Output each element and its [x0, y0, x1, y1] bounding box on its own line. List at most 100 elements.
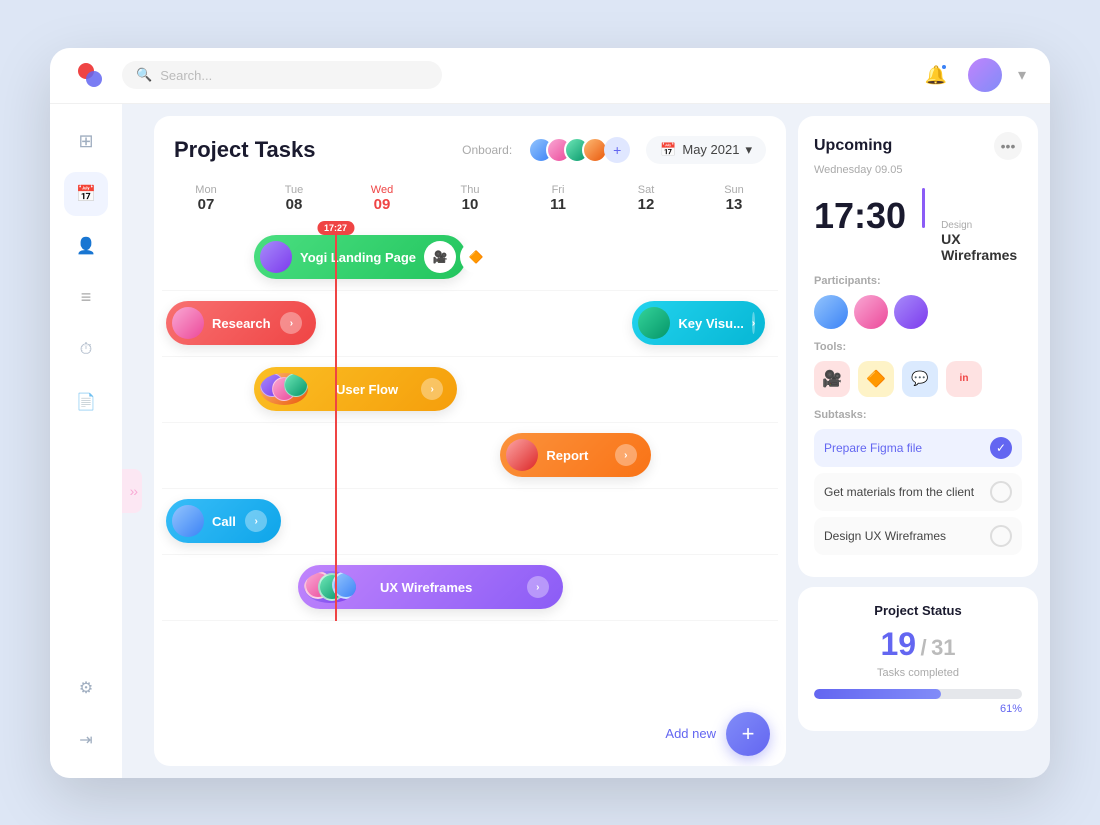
task-row-call: Call ›: [162, 489, 778, 555]
user-dropdown-icon[interactable]: ▾: [1018, 65, 1026, 85]
participant-avatar-1: [814, 295, 848, 329]
sidebar-item-logout[interactable]: ⇥: [64, 718, 108, 762]
app-logo: [74, 59, 106, 91]
task-bar-yogi[interactable]: Yogi Landing Page 🎥 🔶 ›: [254, 235, 466, 279]
task-bar-report[interactable]: Report ›: [500, 433, 650, 477]
tool-meet[interactable]: 🎥: [814, 361, 850, 397]
subtask-1[interactable]: Prepare Figma file ✓: [814, 429, 1022, 467]
task-avatar-user-flow: [260, 373, 308, 405]
month-picker-button[interactable]: 📅 May 2021 ▾: [646, 136, 766, 164]
search-bar[interactable]: 🔍 Search...: [122, 61, 442, 89]
more-options-button[interactable]: •••: [994, 132, 1022, 160]
task-label-call: Call: [212, 514, 237, 529]
add-new-label: Add new: [665, 726, 716, 741]
progress-bar-bg: [814, 689, 1022, 699]
tools-row: 🎥 🔶 💬 in: [814, 361, 1022, 397]
task-row-yogi: Yogi Landing Page 🎥 🔶 ›: [162, 225, 778, 291]
task-arrow-call: ›: [245, 510, 267, 532]
calendar-scroll[interactable]: Mon 07 Tue 08 Wed 09: [154, 180, 786, 702]
user-avatar[interactable]: [968, 58, 1002, 92]
sidebar-accent: ›: [122, 469, 142, 513]
sidebar-item-settings[interactable]: ⚙: [64, 666, 108, 710]
sidebar-item-calendar[interactable]: 📅: [64, 172, 108, 216]
notification-bell[interactable]: 🔔: [920, 59, 952, 91]
subtask-1-text: Prepare Figma file: [824, 441, 922, 455]
search-placeholder: Search...: [160, 68, 212, 83]
task-bar-ux[interactable]: UX Wireframes ›: [298, 565, 563, 609]
add-member-button[interactable]: +: [604, 137, 630, 163]
time-display: 17:30 Design UX Wireframes: [814, 188, 1022, 263]
task-avatar-call: [172, 505, 204, 537]
day-col-3: Thu 10: [426, 180, 514, 217]
notification-dot: [940, 63, 948, 71]
progress-bar-fill: [814, 689, 941, 699]
task-row-ux: UX Wireframes ›: [162, 555, 778, 621]
task-rows: 17:27 Yogi Landing Page 🎥 🔶: [154, 225, 786, 621]
task-bar-key-visual[interactable]: Key Visu... ›: [632, 301, 765, 345]
tool-figma[interactable]: 🔶: [858, 361, 894, 397]
progress-pct: 61%: [814, 703, 1022, 715]
tool-invision[interactable]: in: [946, 361, 982, 397]
list-icon: ≡: [81, 287, 92, 308]
upcoming-header: Upcoming •••: [814, 132, 1022, 160]
tasks-panel: Project Tasks Onboard: + 📅 May 2021 ▾: [154, 116, 786, 766]
task-avatar-key-visual: [638, 307, 670, 339]
month-label: May 2021: [682, 142, 739, 157]
subtask-3[interactable]: Design UX Wireframes: [814, 517, 1022, 555]
status-card: Project Status 19 / 31 Tasks completed 6…: [798, 587, 1038, 731]
tool-slack[interactable]: 💬: [902, 361, 938, 397]
app-container: 🔍 Search... 🔔 ▾ ⊞ 📅 👤 ≡: [50, 48, 1050, 778]
days-header: Mon 07 Tue 08 Wed 09: [154, 180, 786, 217]
task-arrow-report: ›: [615, 444, 637, 466]
task-label-research: Research: [212, 316, 272, 331]
task-avatar-yogi: [260, 241, 292, 273]
task-label-key-visual: Key Visu...: [678, 316, 744, 331]
task-bar-user-flow[interactable]: User Flow ›: [254, 367, 457, 411]
task-arrow-key-visual: ›: [752, 312, 755, 334]
add-new-row: Add new +: [154, 702, 786, 766]
subtask-1-check: ✓: [990, 437, 1012, 459]
topbar-right: 🔔 ▾: [920, 58, 1026, 92]
participant-avatar-2: [854, 295, 888, 329]
task-label-yogi: Yogi Landing Page: [300, 250, 416, 265]
status-total-value: 31: [931, 635, 955, 660]
settings-icon: ⚙: [79, 678, 93, 698]
participant-avatar-3: [894, 295, 928, 329]
sidebar-item-list[interactable]: ≡: [64, 276, 108, 320]
time-divider: [922, 188, 925, 228]
upcoming-title: Upcoming: [814, 137, 892, 155]
calendar-small-icon: 📅: [660, 142, 676, 158]
content-area: Project Tasks Onboard: + 📅 May 2021 ▾: [142, 104, 1050, 778]
status-total-count: /: [920, 635, 926, 660]
sidebar-item-docs[interactable]: 📄: [64, 380, 108, 424]
task-avatar-ux: [304, 571, 356, 603]
status-label: Tasks completed: [814, 667, 1022, 679]
day-col-6: Sun 13: [690, 180, 778, 217]
subtask-2[interactable]: Get materials from the client: [814, 473, 1022, 511]
upcoming-task-name: UX Wireframes: [941, 231, 1022, 263]
upcoming-date: Wednesday 09.05: [814, 164, 1022, 176]
task-avatar-research: [172, 307, 204, 339]
day-col-1: Tue 08: [250, 180, 338, 217]
add-task-button[interactable]: +: [726, 712, 770, 756]
task-icons-yogi: 🎥 🔶: [424, 241, 492, 273]
contacts-icon: 👤: [76, 236, 96, 256]
search-icon: 🔍: [136, 67, 152, 83]
dropdown-arrow-icon: ▾: [745, 142, 752, 158]
sidebar-item-dashboard[interactable]: ⊞: [64, 120, 108, 164]
task-label-ux: UX Wireframes: [380, 580, 519, 595]
subtask-2-check: [990, 481, 1012, 503]
big-time: 17:30: [814, 198, 906, 234]
participants-row: [814, 295, 1022, 329]
onboard-label: Onboard:: [462, 143, 512, 157]
task-bar-call[interactable]: Call ›: [166, 499, 281, 543]
clock-icon: ⏱: [80, 341, 92, 359]
sidebar-item-contacts[interactable]: 👤: [64, 224, 108, 268]
participants-label: Participants:: [814, 275, 1022, 287]
task-row-user-flow: User Flow ›: [162, 357, 778, 423]
day-col-0: Mon 07: [162, 180, 250, 217]
time-info: Design UX Wireframes: [941, 220, 1022, 263]
task-bar-research[interactable]: Research ›: [166, 301, 316, 345]
day-col-2: Wed 09: [338, 180, 426, 217]
sidebar-item-time[interactable]: ⏱: [64, 328, 108, 372]
